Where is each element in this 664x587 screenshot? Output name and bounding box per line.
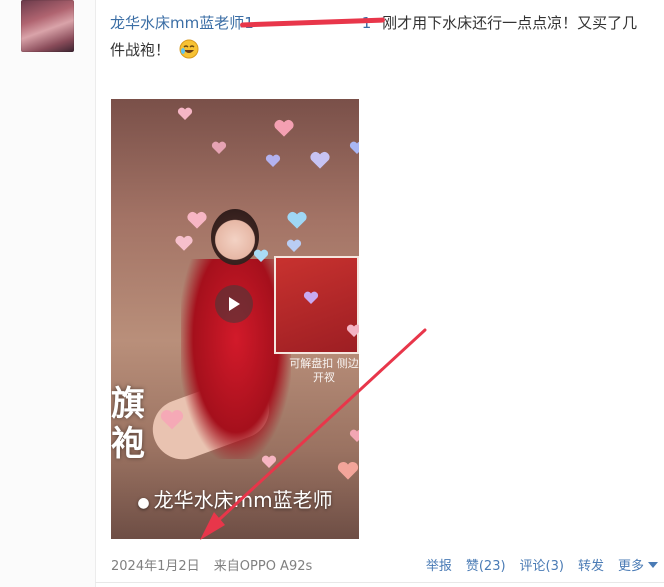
play-icon <box>229 297 240 311</box>
play-button[interactable] <box>215 285 253 323</box>
redacted-phone: 11 <box>240 10 386 37</box>
heart-icon <box>310 151 330 169</box>
heart-icon <box>175 235 193 251</box>
like-button[interactable]: 赞(23) <box>466 555 506 574</box>
watermark: ● 龙华水床mm蓝老师 <box>111 484 359 513</box>
post-source: 来自OPPO A92s <box>213 559 313 574</box>
heart-icon <box>160 410 184 430</box>
heart-icon <box>286 239 302 252</box>
watermark-text: 龙华水床mm蓝老师 <box>153 488 333 512</box>
author-link[interactable]: 龙华水床mm蓝老师 <box>110 14 244 32</box>
heart-icon <box>253 249 269 262</box>
figure-head <box>211 209 259 265</box>
divider <box>95 582 664 583</box>
avatar[interactable] <box>21 0 74 52</box>
comment-button[interactable]: 评论(3) <box>520 555 564 574</box>
heart-icon <box>261 455 277 468</box>
heart-icon <box>177 107 193 120</box>
heart-icon <box>346 324 359 337</box>
more-label: 更多 <box>617 559 644 574</box>
heart-icon <box>187 211 207 229</box>
heart-icon <box>349 429 359 442</box>
post-text: 龙华水床mm蓝老师11 刚才用下水床还行一点点凉！又买了几件战袍！ <box>110 10 650 64</box>
heart-icon <box>274 119 294 137</box>
laughing-crying-emoji-icon <box>179 39 199 59</box>
heart-icon <box>337 461 359 480</box>
heart-icon <box>211 141 227 154</box>
left-rail <box>0 0 96 587</box>
more-button[interactable]: 更多 <box>618 555 658 574</box>
report-button[interactable]: 举报 <box>426 555 452 574</box>
big-character-text: 旗袍 <box>111 384 145 464</box>
chevron-down-icon <box>648 561 658 568</box>
post-meta: 2024年1月2日 来自OPPO A92s <box>111 555 312 574</box>
heart-icon <box>303 291 319 304</box>
post-date[interactable]: 2024年1月2日 <box>111 559 200 574</box>
video-thumbnail[interactable]: 可解盘扣 侧边开衩 旗袍 ● 龙华水床mm蓝老师 <box>111 99 359 539</box>
watermark-dot: ● <box>137 495 150 511</box>
action-bar: 举报 赞(23) 评论(3) 转发 更多 <box>426 555 658 574</box>
heart-icon <box>265 154 281 167</box>
side-caption: 可解盘扣 侧边开衩 <box>289 357 359 384</box>
heart-icon <box>287 211 307 229</box>
repost-button[interactable]: 转发 <box>578 555 604 574</box>
heart-icon <box>349 141 359 154</box>
inset-image <box>274 256 359 354</box>
